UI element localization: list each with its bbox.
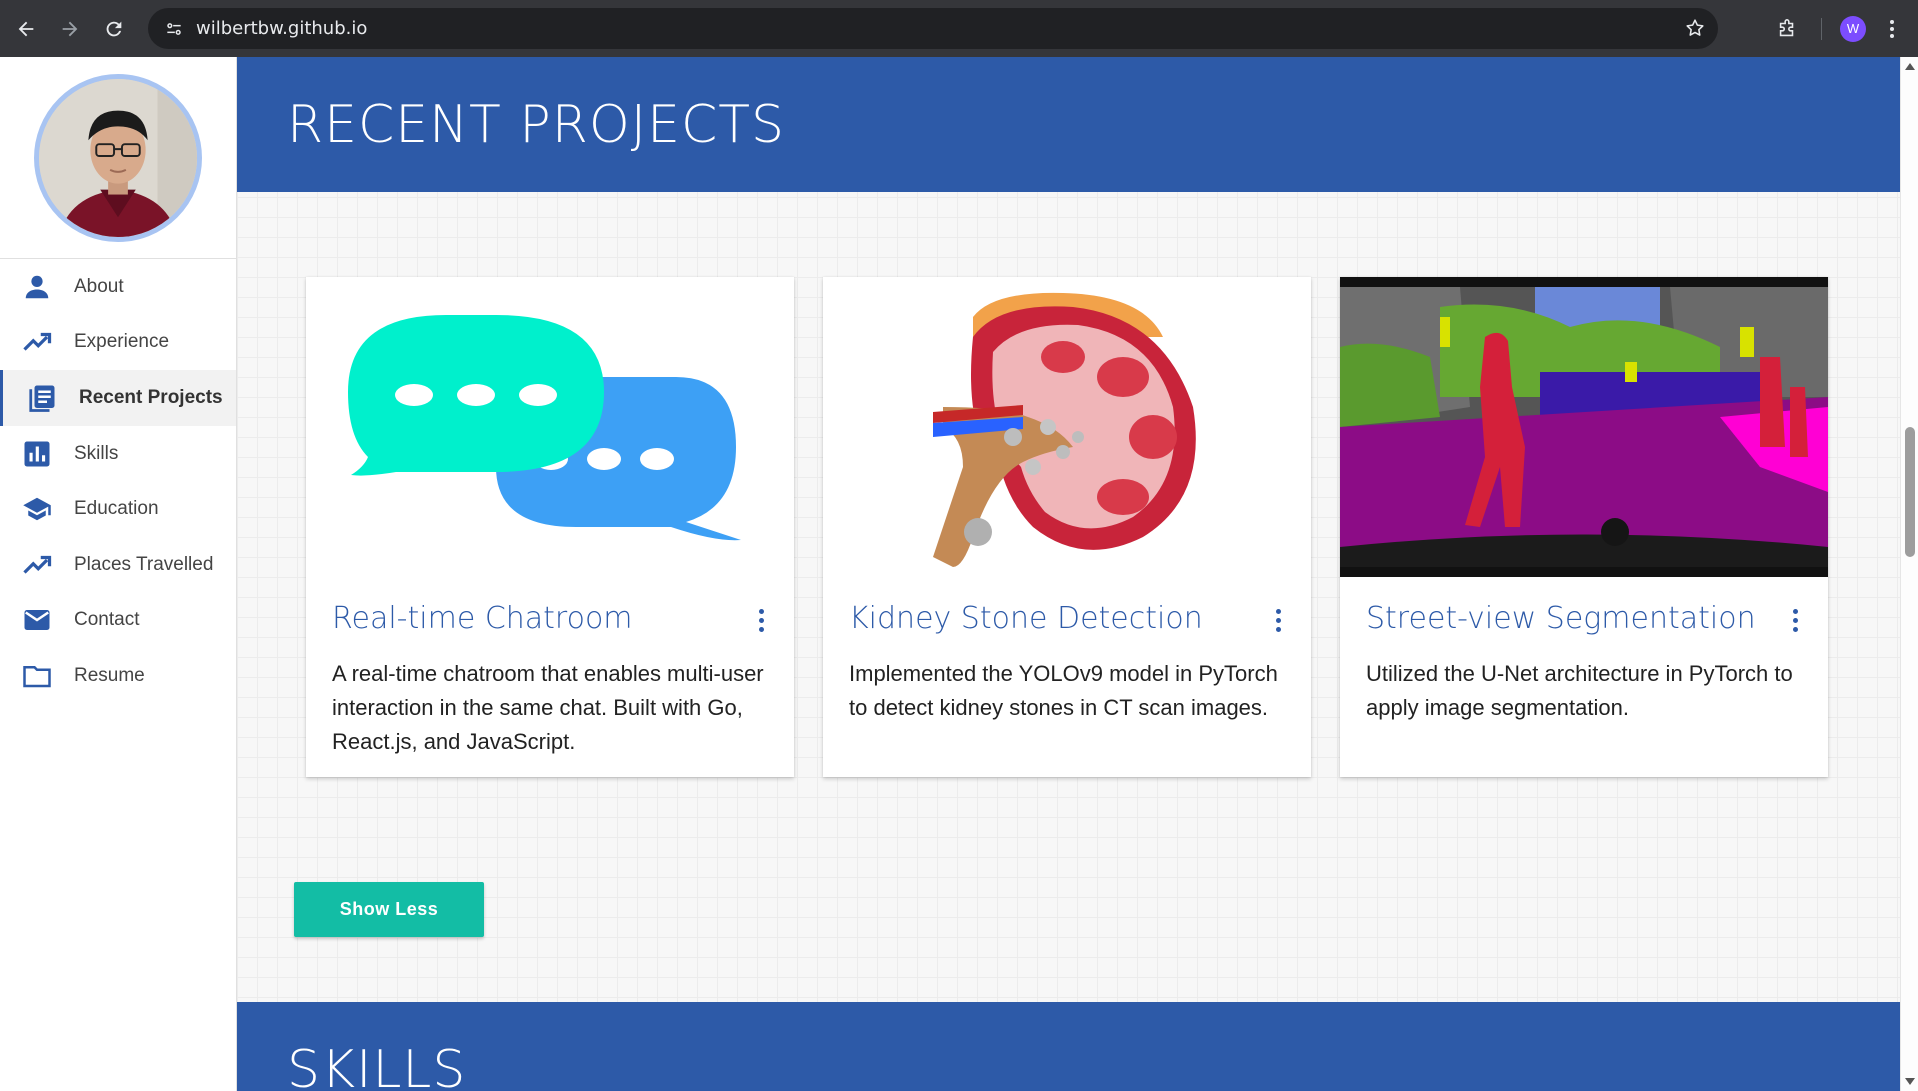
bar-chart-icon <box>20 439 54 469</box>
sidebar-item-label: Resume <box>74 664 145 686</box>
project-card: Kidney Stone Detection Implemented the Y… <box>823 277 1311 777</box>
more-vert-icon[interactable] <box>759 609 764 632</box>
section-title: SKILLS <box>287 1040 467 1091</box>
section-header: RECENT PROJECTS <box>237 57 1900 192</box>
sidebar-item-label: Education <box>74 498 159 520</box>
trending-up-icon <box>20 327 54 357</box>
trending-up-icon <box>20 550 54 580</box>
scrollbar-thumb[interactable] <box>1905 427 1915 557</box>
project-description: A real-time chatroom that enables multi-… <box>332 661 764 754</box>
section-title: RECENT PROJECTS <box>287 95 786 155</box>
chat-bubbles-image <box>306 277 794 577</box>
card-title-row: Real-time Chatroom <box>306 577 794 636</box>
sidebar-item-resume[interactable]: Resume <box>0 648 236 704</box>
sidebar-item-experience[interactable]: Experience <box>0 315 236 371</box>
sidebar-item-education[interactable]: Education <box>0 481 236 537</box>
card-title-row: Kidney Stone Detection <box>823 577 1311 636</box>
arrow-right-icon <box>62 21 78 36</box>
street-segmentation-image <box>1340 277 1828 577</box>
kidney-image <box>823 277 1311 577</box>
avatar <box>34 73 202 242</box>
avatar-section <box>0 57 236 259</box>
profile-avatar[interactable]: W <box>1840 15 1866 42</box>
browser-menu-icon[interactable] <box>1880 19 1904 38</box>
sidebar-nav: About Experience Recent Projects Skills … <box>0 259 236 704</box>
more-vert-icon[interactable] <box>1793 609 1798 632</box>
forward-button[interactable] <box>48 7 92 51</box>
extensions-icon[interactable] <box>1767 9 1807 49</box>
sidebar-item-contact[interactable]: Contact <box>0 593 236 649</box>
main-content: RECENT PROJECTS Real-time Chatroom A rea… <box>237 57 1900 1091</box>
sidebar-item-label: Places Travelled <box>74 553 214 575</box>
article-icon <box>25 383 59 413</box>
skills-section-header: SKILLS <box>237 1002 1900 1091</box>
sidebar-item-recent-projects[interactable]: Recent Projects <box>0 370 236 426</box>
folder-icon <box>20 661 54 691</box>
reload-button[interactable] <box>92 7 136 51</box>
back-button[interactable] <box>4 7 48 51</box>
sidebar-item-label: Experience <box>74 331 170 353</box>
sidebar-item-label: About <box>74 275 124 297</box>
scroll-down-arrow-icon[interactable] <box>1905 1078 1915 1085</box>
project-card: Street-view Segmentation Utilized the U-… <box>1340 277 1828 777</box>
sidebar-item-label: Skills <box>74 442 119 464</box>
sidebar-item-label: Recent Projects <box>79 386 223 408</box>
project-title[interactable]: Kidney Stone Detection <box>849 601 1203 636</box>
scroll-up-arrow-icon[interactable] <box>1905 63 1915 70</box>
sidebar-item-skills[interactable]: Skills <box>0 426 236 482</box>
project-card: Real-time Chatroom A real-time chatroom … <box>306 277 794 777</box>
sidebar-item-about[interactable]: About <box>0 259 236 315</box>
sidebar-item-label: Contact <box>74 609 140 631</box>
project-title[interactable]: Real-time Chatroom <box>332 601 633 636</box>
sidebar: About Experience Recent Projects Skills … <box>0 57 237 1091</box>
url-text[interactable]: wilbertbw.github.io <box>196 18 367 39</box>
graduation-cap-icon <box>20 494 54 524</box>
page-scrollbar[interactable] <box>1900 57 1918 1091</box>
project-description: Implemented the YOLOv9 model in PyTorch … <box>849 661 1278 720</box>
person-icon <box>20 272 54 302</box>
toolbar-separator <box>1821 17 1822 40</box>
card-title-row: Street-view Segmentation <box>1340 577 1828 636</box>
profile-photo <box>39 78 197 237</box>
project-title[interactable]: Street-view Segmentation <box>1366 601 1756 636</box>
browser-toolbar: wilbertbw.github.io W <box>0 0 1918 57</box>
address-bar[interactable]: wilbertbw.github.io <box>148 8 1718 49</box>
show-less-button[interactable]: Show Less <box>294 882 484 937</box>
bookmark-star-icon[interactable] <box>1684 17 1706 44</box>
arrow-left-icon <box>18 21 34 36</box>
mail-icon <box>20 605 54 635</box>
sidebar-item-places-travelled[interactable]: Places Travelled <box>0 537 236 593</box>
more-vert-icon[interactable] <box>1276 609 1281 632</box>
reload-icon <box>106 21 122 36</box>
site-settings-icon[interactable] <box>154 8 194 49</box>
project-description: Utilized the U-Net architecture in PyTor… <box>1366 661 1793 720</box>
